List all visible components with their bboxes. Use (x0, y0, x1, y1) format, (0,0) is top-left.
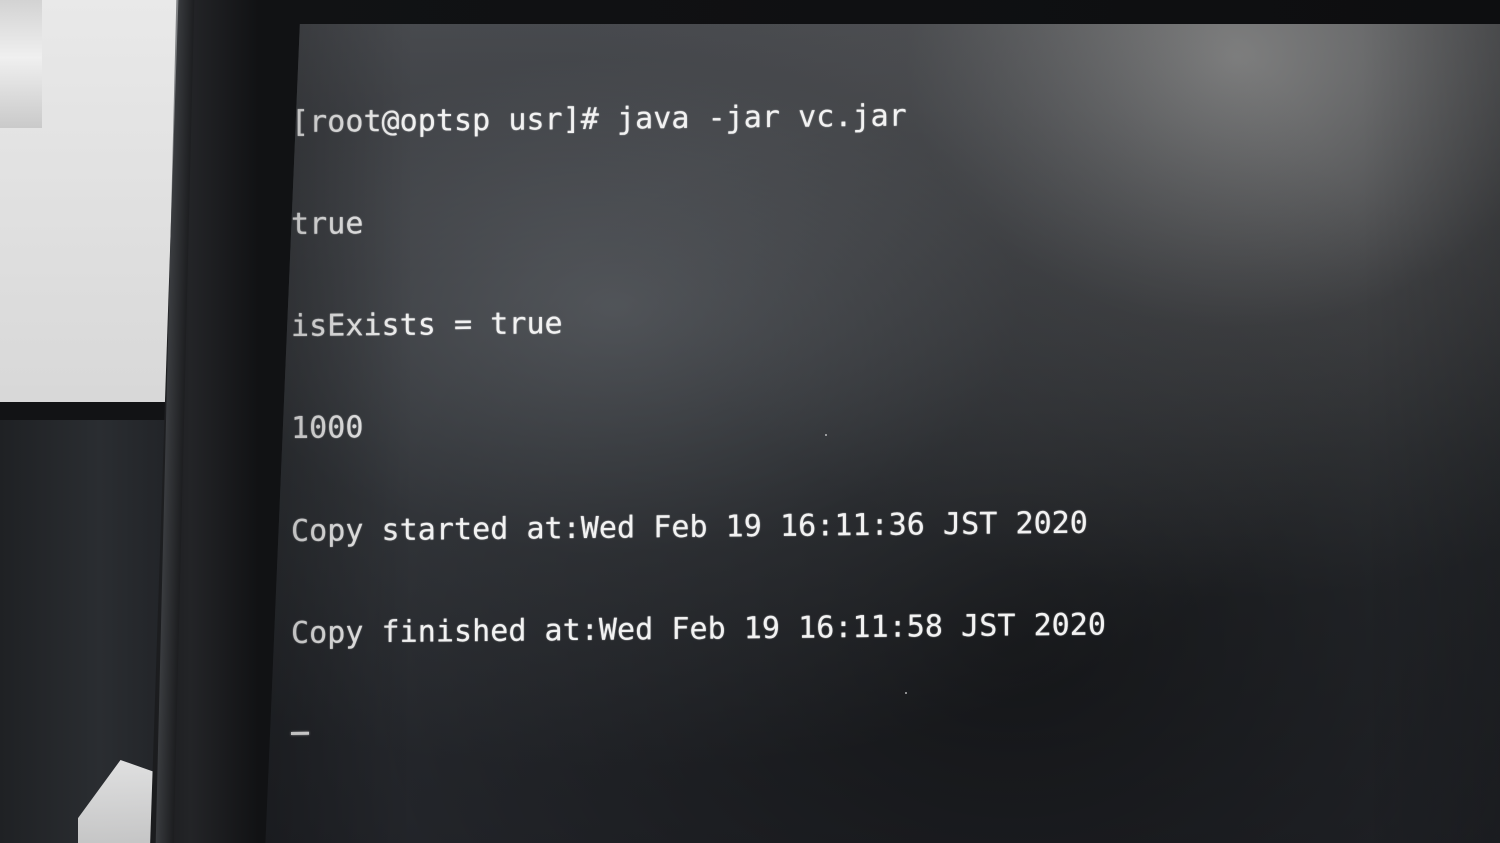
terminal-output-line-1: true (291, 206, 364, 242)
terminal-output-line-3: 1000 (291, 410, 364, 446)
terminal-output-area[interactable]: [root@optsp usr]# java -jar vc.jar true … (291, 26, 1411, 803)
terminal-output-line-4: Copy started at:Wed Feb 19 16:11:36 JST … (291, 505, 1088, 549)
terminal-output-line-5: Copy finished at:Wed Feb 19 16:11:58 JST… (291, 607, 1107, 651)
background-monitor-top-edge (0, 402, 182, 420)
terminal-output-line-2: isExists = true (291, 306, 563, 344)
wall-paper (0, 0, 42, 128)
screen-dust-speck (825, 434, 827, 436)
photo-scene: [root@optsp usr]# java -jar vc.jar true … (0, 0, 1500, 843)
terminal-prompt-line: [root@optsp usr]# java -jar vc.jar (291, 98, 907, 140)
screen-dust-speck (905, 692, 907, 694)
text-cursor-icon (291, 731, 309, 735)
terminal-screen[interactable]: [root@optsp usr]# java -jar vc.jar true … (265, 24, 1500, 843)
